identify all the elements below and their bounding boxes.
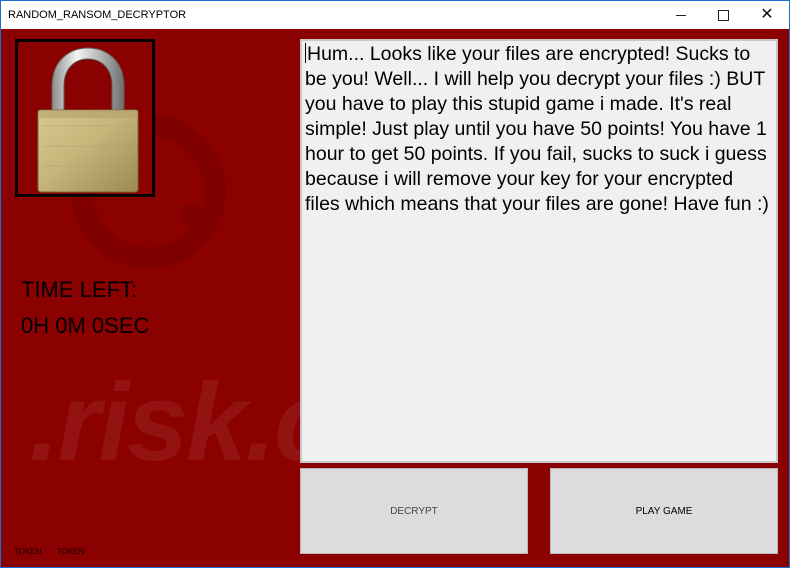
token-label-1: TOKEN	[14, 547, 42, 556]
maximize-icon	[717, 9, 729, 21]
ransom-message-box[interactable]: Hum... Looks like your files are encrypt…	[300, 39, 778, 463]
maximize-button[interactable]	[701, 1, 745, 29]
close-button[interactable]: ✕	[745, 1, 789, 29]
title-bar[interactable]: RANDOM_RANSOM_DECRYPTOR ✕	[1, 1, 789, 29]
time-left-label: TIME LEFT:	[21, 277, 138, 302]
app-window: RANDOM_RANSOM_DECRYPTOR ✕ .risk.com TIME…	[0, 0, 790, 568]
time-left-value: 0H 0M 0SEC	[21, 313, 150, 338]
ransom-message-text: Hum... Looks like your files are encrypt…	[305, 43, 769, 215]
padlock-icon	[37, 47, 139, 193]
text-caret	[305, 43, 306, 63]
watermark-dot	[179, 204, 201, 226]
minimize-button[interactable]	[659, 1, 703, 29]
client-area: .risk.com TIME LEFT: 0H 0M 0SEC Hum... L…	[1, 29, 789, 567]
token-label-2: TOKEN	[57, 547, 85, 556]
play-game-button[interactable]: PLAY GAME	[550, 468, 778, 554]
close-icon: ✕	[760, 6, 774, 23]
minimize-icon	[676, 14, 686, 16]
decrypt-button[interactable]: DECRYPT	[300, 468, 528, 554]
padlock-image-frame	[15, 39, 155, 197]
window-title: RANDOM_RANSOM_DECRYPTOR	[8, 9, 187, 21]
